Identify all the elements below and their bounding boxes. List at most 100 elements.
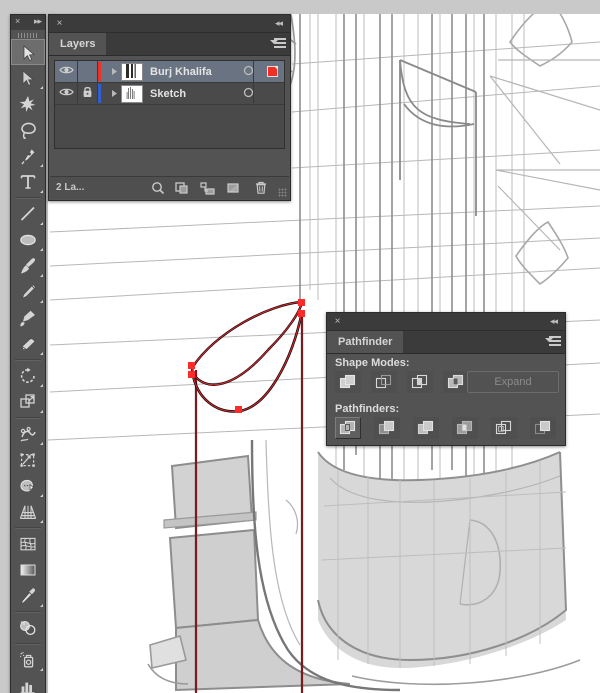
panel-menu-icon[interactable] xyxy=(545,336,561,348)
new-layer-icon xyxy=(227,183,239,193)
close-icon[interactable]: × xyxy=(332,316,343,327)
trash-icon xyxy=(256,181,266,194)
locate-object-button[interactable] xyxy=(150,180,168,196)
close-icon[interactable]: × xyxy=(15,16,20,26)
pathfinder-minus-back-button[interactable] xyxy=(530,417,556,439)
tool-width-tool[interactable] xyxy=(11,421,45,447)
tool-scale-tool[interactable] xyxy=(11,389,45,415)
delete-layer-button[interactable] xyxy=(253,180,271,196)
tool-shape-builder-tool[interactable] xyxy=(11,473,45,499)
tool-gradient-tool[interactable] xyxy=(11,557,45,583)
tab-pathfinder[interactable]: Pathfinder xyxy=(327,331,404,353)
tool-type-tool[interactable] xyxy=(11,169,45,195)
tool-line-segment-tool[interactable] xyxy=(11,201,45,227)
layer-visibility-toggle[interactable] xyxy=(55,85,77,103)
layer-name-label[interactable]: Sketch xyxy=(150,88,236,100)
selection-color-square xyxy=(266,65,278,77)
crop-icon xyxy=(456,420,477,441)
layer-lock-toggle[interactable] xyxy=(77,85,97,103)
layers-list[interactable]: Burj Khalifa Sketch xyxy=(54,60,285,149)
pathfinder-intersect-button[interactable] xyxy=(407,371,433,393)
outline-icon xyxy=(495,420,516,441)
layers-panel-footer: 2 La... xyxy=(50,176,289,199)
tool-group-divider xyxy=(15,197,41,199)
layer-target-indicator[interactable] xyxy=(236,63,260,81)
tool-flyout-indicator-icon xyxy=(40,86,43,89)
layer-expand-arrow[interactable] xyxy=(107,63,121,81)
tools-list[interactable] xyxy=(11,39,45,693)
tool-ellipse-tool[interactable] xyxy=(11,227,45,253)
tool-flyout-indicator-icon xyxy=(40,410,43,413)
tool-lasso-tool[interactable] xyxy=(11,117,45,143)
layer-row[interactable]: Burj Khalifa xyxy=(55,61,284,83)
tool-free-transform-tool[interactable] xyxy=(11,447,45,473)
expand-panel-icon[interactable]: ▸▸ xyxy=(34,16,42,27)
tool-pen-tool[interactable] xyxy=(11,143,45,169)
tools-panel[interactable]: × ▸▸ xyxy=(10,14,46,693)
pathfinder-unite-button[interactable] xyxy=(335,371,361,393)
pathfinders-label: Pathfinders: xyxy=(335,403,400,415)
minus-front-icon xyxy=(375,374,396,395)
layers-panel[interactable]: × ◂◂ Layers Burj Khalifa Sketch 2 La... xyxy=(48,14,291,201)
tool-column-graph-tool[interactable] xyxy=(11,673,45,693)
expand-button[interactable]: Expand xyxy=(467,371,559,393)
tool-group-divider xyxy=(15,611,41,613)
layer-expand-arrow[interactable] xyxy=(107,85,121,103)
unite-icon xyxy=(339,374,360,395)
tool-mesh-tool[interactable] xyxy=(11,531,45,557)
new-layer-button[interactable] xyxy=(225,180,243,196)
layers-column-divider xyxy=(77,61,78,103)
collapse-icon[interactable]: ◂◂ xyxy=(547,316,560,327)
tool-magic-wand-tool[interactable] xyxy=(11,91,45,117)
tool-blend-tool[interactable] xyxy=(11,615,45,641)
tool-pencil-tool[interactable] xyxy=(11,279,45,305)
workspace-top-gutter xyxy=(0,0,600,14)
tool-eyedropper-tool[interactable] xyxy=(11,583,45,609)
layer-visibility-toggle[interactable] xyxy=(55,63,77,81)
tool-symbol-sprayer-tool[interactable] xyxy=(11,647,45,673)
layer-row[interactable]: Sketch xyxy=(55,83,284,105)
make-clipping-mask-button[interactable] xyxy=(174,180,192,196)
layer-thumbnail xyxy=(121,62,143,81)
divide-icon xyxy=(339,420,360,441)
pathfinder-merge-button[interactable] xyxy=(413,417,439,439)
tab-layers[interactable]: Layers xyxy=(49,33,107,55)
pathfinder-outline-button[interactable] xyxy=(491,417,517,439)
tool-perspective-grid-tool[interactable] xyxy=(11,499,45,525)
target-circle-icon xyxy=(243,87,253,97)
tool-rotate-tool[interactable] xyxy=(11,363,45,389)
pathfinder-crop-button[interactable] xyxy=(452,417,478,439)
layers-panel-titlebar: × ◂◂ xyxy=(49,15,290,33)
pathfinder-divide-button[interactable] xyxy=(335,417,361,439)
tool-direct-selection-tool[interactable] xyxy=(11,65,45,91)
layer-target-indicator[interactable] xyxy=(236,85,260,103)
shape-modes-label: Shape Modes: xyxy=(335,357,410,369)
pathfinder-trim-button[interactable] xyxy=(374,417,400,439)
clipping-mask-icon xyxy=(175,182,188,194)
panel-resize-grip[interactable] xyxy=(278,188,287,197)
target-circle-icon xyxy=(243,65,253,75)
magnifier-icon xyxy=(152,182,165,195)
tool-group-divider xyxy=(15,527,41,529)
new-sublayer-button[interactable] xyxy=(199,180,217,196)
eye-icon xyxy=(58,88,74,95)
pathfinder-exclude-button[interactable] xyxy=(443,371,469,393)
tool-selection-tool[interactable] xyxy=(11,39,45,65)
tools-panel-drag-grip[interactable] xyxy=(11,30,45,39)
close-icon[interactable]: × xyxy=(54,18,65,29)
tool-blob-brush-tool[interactable] xyxy=(11,305,45,331)
layers-column-divider xyxy=(97,61,98,103)
collapse-icon[interactable]: ◂◂ xyxy=(272,18,285,29)
pathfinder-minus-front-button[interactable] xyxy=(371,371,397,393)
illustrator-window: × ▸▸ × ◂◂ Layers Burj Khalifa Sketch 2 La… xyxy=(0,0,600,693)
tool-paintbrush-tool[interactable] xyxy=(11,253,45,279)
layer-selection-indicator[interactable] xyxy=(260,63,284,81)
tool-flyout-indicator-icon xyxy=(40,222,43,225)
layer-name-label[interactable]: Burj Khalifa xyxy=(150,66,236,78)
tools-panel-titlebar: × ▸▸ xyxy=(11,15,45,30)
tool-group-divider xyxy=(15,643,41,645)
pathfinder-panel[interactable]: × ◂◂ Pathfinder Shape Modes: Expand Path… xyxy=(326,312,566,446)
tool-eraser-tool[interactable] xyxy=(11,331,45,357)
merge-icon xyxy=(417,420,438,441)
panel-menu-icon[interactable] xyxy=(270,38,286,50)
